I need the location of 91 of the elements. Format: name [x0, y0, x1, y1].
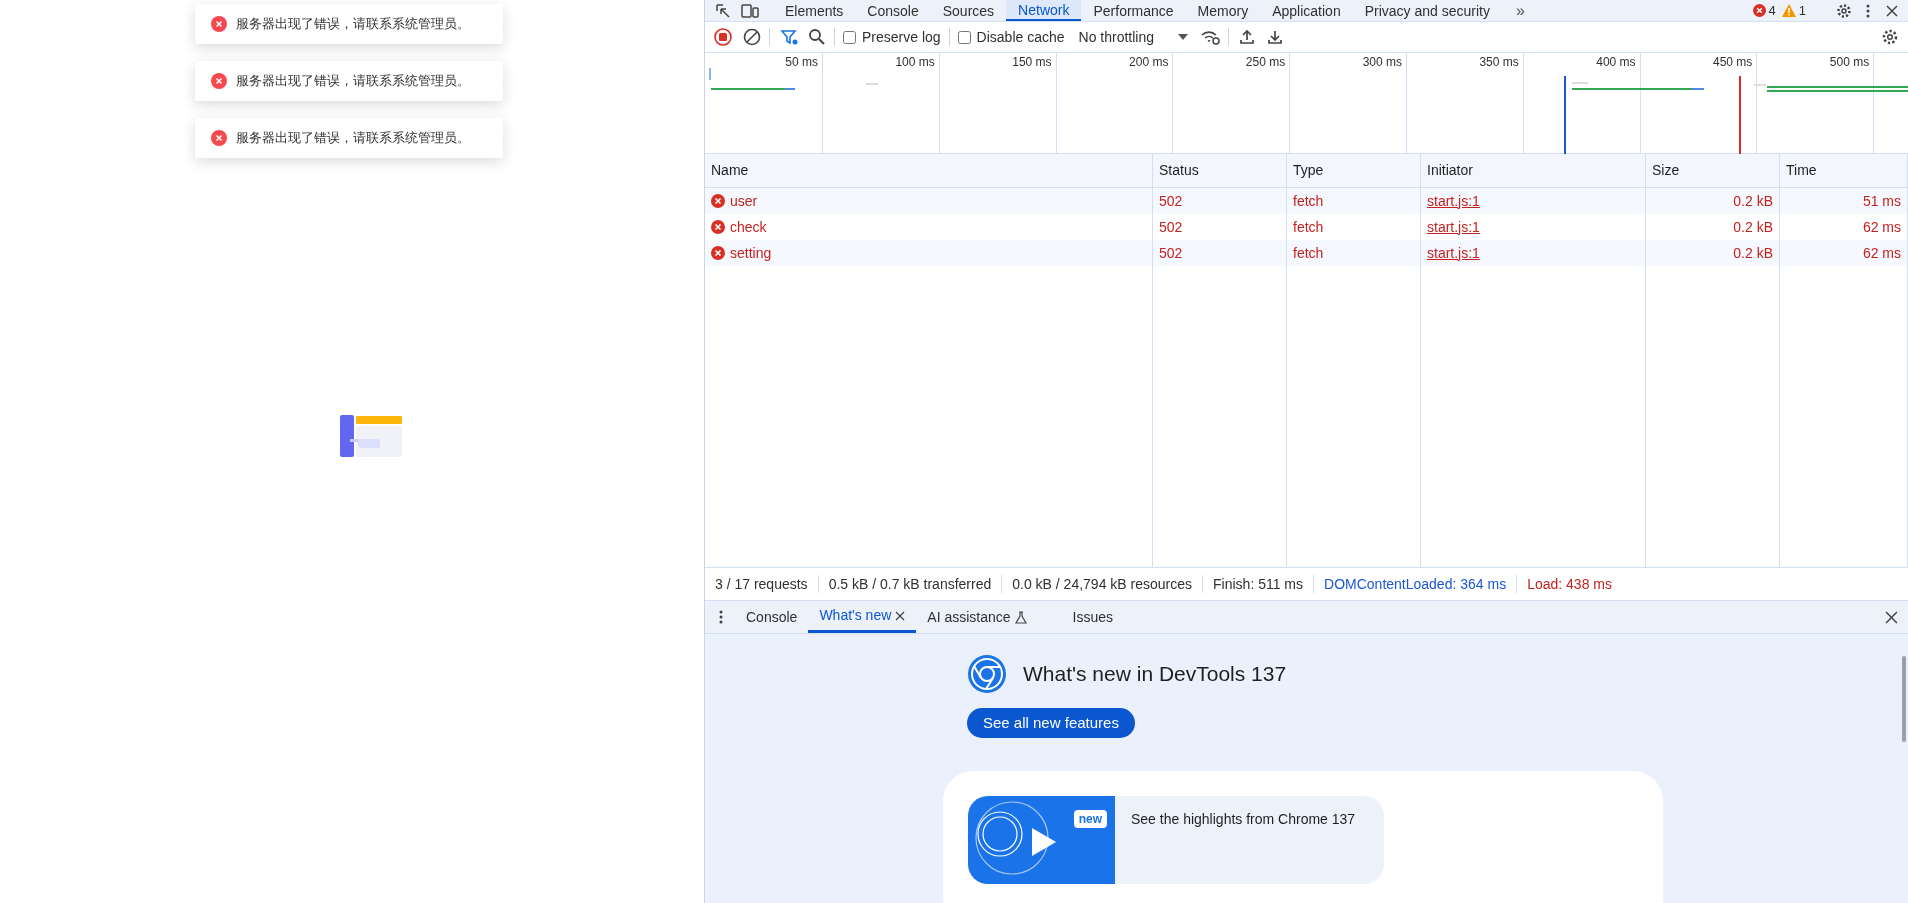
drawer-tab[interactable]: Console [735, 601, 809, 633]
network-conditions-icon[interactable] [1200, 29, 1220, 45]
upload-icon[interactable] [1239, 29, 1255, 45]
checkbox[interactable] [957, 30, 971, 44]
panel-tab[interactable]: Sources [930, 0, 1007, 21]
initiator-link[interactable]: start.js:1 [1427, 216, 1480, 238]
error-count: 4 [1768, 4, 1776, 17]
clear-icon[interactable] [743, 28, 761, 46]
table-cell: 51 ms [1780, 188, 1907, 214]
scrollbar[interactable] [1902, 656, 1906, 742]
table-cell: 62 ms [1780, 240, 1907, 266]
timeline-tick-label: 500 ms [1829, 56, 1870, 69]
request-name[interactable]: check [730, 216, 767, 238]
inspect-icon[interactable] [715, 2, 731, 19]
more-options-icon[interactable] [719, 610, 723, 624]
timeline-tick-label: 150 ms [1012, 56, 1052, 69]
column-header[interactable]: Initiator [1421, 154, 1645, 188]
table-cell: 502 [1153, 188, 1286, 214]
panel-tab[interactable]: Console [855, 0, 931, 21]
error-icon [211, 16, 227, 32]
warning-count: 1 [1798, 4, 1806, 17]
request-name-cell[interactable]: setting [705, 240, 1152, 266]
download-icon[interactable] [1267, 29, 1283, 45]
column-header[interactable]: Status [1153, 154, 1286, 188]
close-icon[interactable] [1886, 4, 1898, 17]
video-card[interactable]: new See the highlights from Chrome 137 [968, 796, 1384, 884]
timeline-tick-label: 50 ms [785, 56, 818, 69]
dropdown-arrow-icon[interactable] [1178, 34, 1188, 40]
throttling-dropdown[interactable]: No throttling [1078, 26, 1188, 48]
timeline-tick-label: 300 ms [1362, 56, 1402, 69]
status-text: 0.5 kB / 0.7 kB transferred [828, 574, 992, 594]
status-text: Load: 438 ms [1527, 574, 1612, 594]
more-options-icon[interactable] [1866, 3, 1870, 18]
panel-tab[interactable]: Performance [1081, 0, 1186, 21]
more-tabs-button[interactable]: » [1515, 2, 1525, 19]
column-header[interactable]: Type [1287, 154, 1420, 188]
panel-tab[interactable]: Elements [773, 0, 856, 21]
initiator-link[interactable]: start.js:1 [1427, 242, 1480, 264]
request-name[interactable]: user [730, 190, 758, 212]
table-cell: fetch [1287, 240, 1420, 266]
error-icon [211, 130, 227, 146]
toast-message: 服务器出现了错误，请联系系统管理员。 [236, 72, 470, 91]
checkbox-label[interactable]: Disable cache [976, 26, 1065, 48]
table-cell: 0.2 kB [1646, 240, 1779, 266]
flask-icon [1014, 610, 1027, 624]
table-cell: 0.2 kB [1646, 188, 1779, 214]
close-icon[interactable] [1885, 610, 1898, 624]
panel-tab[interactable]: Privacy and security [1352, 0, 1502, 21]
warning-icon [1781, 4, 1796, 17]
drawer-tab[interactable]: AI assistance [916, 601, 1038, 633]
error-icon [1752, 4, 1766, 17]
status-text: 3 / 17 requests [715, 574, 808, 594]
panel-tab[interactable]: Application [1260, 0, 1353, 21]
filter-icon[interactable] [780, 28, 798, 46]
column-header[interactable]: Time [1780, 154, 1907, 188]
stop-recording-icon[interactable] [714, 28, 732, 46]
panel-tab[interactable]: Network [1006, 0, 1082, 21]
checkbox[interactable] [843, 30, 856, 44]
status-text: Finish: 511 ms [1213, 574, 1304, 594]
checkbox-label[interactable]: Preserve log [862, 26, 941, 48]
see-all-features-button[interactable]: See all new features [967, 708, 1135, 738]
drawer-tab[interactable]: Issues [1061, 601, 1125, 633]
video-caption[interactable]: See the highlights from Chrome 137 [1131, 809, 1356, 884]
column-header[interactable]: Size [1646, 154, 1779, 188]
status-text: 0.0 kB / 24,794 kB resources [1012, 574, 1193, 594]
timeline-tick-label: 100 ms [895, 56, 935, 69]
new-badge: new [1073, 810, 1107, 828]
settings-icon[interactable] [1881, 28, 1899, 46]
timeline-tick-label: 450 ms [1713, 56, 1753, 69]
error-icon [211, 73, 227, 89]
chrome-logo-icon[interactable] [967, 654, 1007, 694]
toast-message: 服务器出现了错误，请联系系统管理员。 [236, 15, 470, 34]
request-name-cell[interactable]: user [705, 188, 1152, 214]
panel-tab[interactable]: Memory [1185, 0, 1261, 21]
request-name[interactable]: setting [730, 242, 772, 264]
search-icon[interactable] [808, 28, 826, 46]
timeline-tick-label: 200 ms [1129, 56, 1169, 69]
timeline-tick-label: 350 ms [1479, 56, 1519, 69]
initiator-link[interactable]: start.js:1 [1427, 190, 1480, 212]
logo-drawing [340, 415, 402, 459]
status-text: DOMContentLoaded: 364 ms [1324, 574, 1507, 594]
timeline-tick-label: 250 ms [1245, 56, 1286, 69]
table-cell: 502 [1153, 240, 1286, 266]
device-toolbar-icon[interactable] [741, 2, 759, 19]
table-cell: fetch [1287, 188, 1420, 214]
column-header[interactable]: Name [705, 154, 1152, 188]
settings-icon[interactable] [1836, 2, 1852, 19]
close-icon[interactable] [895, 610, 906, 621]
whats-new-title: What's new in DevTools 137 [1023, 661, 1287, 688]
timeline-tick-label: 400 ms [1596, 56, 1636, 69]
toast-message: 服务器出现了错误，请联系系统管理员。 [236, 129, 470, 148]
